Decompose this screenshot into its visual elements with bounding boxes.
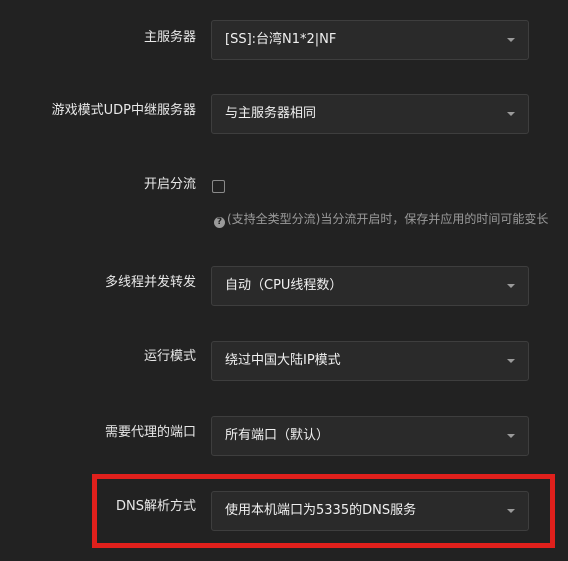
multithread-forward-value: 自动（CPU线程数）	[225, 278, 343, 293]
proxy-ports-select[interactable]: 所有端口（默认）	[211, 416, 529, 456]
question-circle-icon: ?	[214, 217, 225, 228]
caret-down-icon	[507, 434, 515, 438]
run-mode-select[interactable]: 绕过中国大陆IP模式	[211, 341, 529, 381]
enable-split-hint-text: (支持全类型分流)当分流开启时，保存并应用的时间可能变长	[227, 212, 549, 226]
caret-down-icon	[507, 38, 515, 42]
udp-relay-server-value: 与主服务器相同	[225, 106, 317, 121]
proxy-ports-label: 需要代理的端口	[104, 425, 196, 440]
enable-split-hint: ? (支持全类型分流)当分流开启时，保存并应用的时间可能变长	[214, 211, 568, 228]
caret-down-icon	[507, 359, 515, 363]
proxy-ports-value: 所有端口（默认）	[225, 428, 330, 443]
caret-down-icon	[507, 112, 515, 116]
udp-relay-server-select[interactable]: 与主服务器相同	[211, 94, 529, 134]
caret-down-icon	[507, 284, 515, 288]
run-mode-label: 运行模式	[143, 349, 196, 364]
run-mode-value: 绕过中国大陆IP模式	[225, 353, 341, 368]
main-server-select[interactable]: [SS]:台湾N1*2|NF	[211, 20, 529, 60]
multithread-forward-select[interactable]: 自动（CPU线程数）	[211, 266, 529, 306]
enable-split-label: 开启分流	[143, 177, 196, 192]
main-server-value: [SS]:台湾N1*2|NF	[225, 32, 337, 47]
highlight-box	[92, 474, 555, 548]
udp-relay-server-label: 游戏模式UDP中继服务器	[51, 103, 196, 118]
main-server-label: 主服务器	[143, 30, 196, 45]
enable-split-checkbox[interactable]	[212, 180, 225, 193]
multithread-forward-label: 多线程并发转发	[104, 275, 196, 290]
